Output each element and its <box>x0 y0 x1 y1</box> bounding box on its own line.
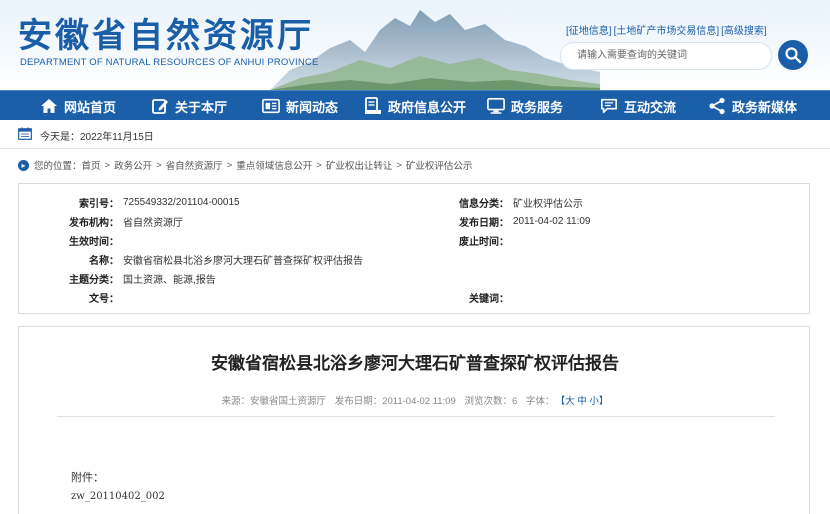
article-title: 安徽省宿松县北浴乡廖河大理石矿普查探矿权评估报告 <box>211 354 619 373</box>
font-size-label: 字体： <box>525 396 555 407</box>
nav-item-gov-service[interactable]: 政务服务 <box>487 91 563 121</box>
nav-item-interaction[interactable]: 互动交流 <box>600 91 676 121</box>
meta-label: 索引号： <box>79 198 119 210</box>
top-link-land-acquisition[interactable]: [征地信息] <box>566 26 612 37</box>
divider <box>0 148 830 149</box>
nav-label-news: 新闻动态 <box>286 99 339 115</box>
document-icon <box>364 97 382 115</box>
divider <box>57 416 775 417</box>
nav-label-interaction: 互动交流 <box>624 99 677 115</box>
chat-icon <box>600 97 618 115</box>
meta-category: 信息分类： 矿业权评估公示 <box>419 194 583 210</box>
breadcrumb-separator: > <box>226 159 233 171</box>
meta-value: 省自然资源厅 <box>123 217 183 229</box>
meta-docno: 文号： <box>19 289 123 305</box>
meta-topic: 主题分类： 国土资源、能源,报告 <box>19 270 216 286</box>
nav-item-news[interactable]: 新闻动态 <box>262 91 338 121</box>
search-input[interactable]: 请输入需要查询的关键词 <box>560 42 772 70</box>
news-icon <box>262 97 280 115</box>
meta-index-no: 索引号： 725549332/201104-00015 <box>19 194 240 210</box>
mountain-scenery <box>270 10 600 90</box>
document-metadata: 索引号： 725549332/201104-00015 信息分类： 矿业权评估公… <box>18 183 810 314</box>
search-icon <box>785 47 802 64</box>
header-banner: 安徽省自然资源厅 DEPARTMENT OF NATURAL RESOURCES… <box>0 0 830 90</box>
main-nav: 网站首页 关于本厅 新闻动态 政府信息公开 政务服务 互动交流 政务新媒体 <box>0 90 830 120</box>
meta-label: 废止时间： <box>459 236 509 248</box>
nav-label-about: 关于本厅 <box>175 99 228 115</box>
breadcrumb-department[interactable]: 省自然资源厅 <box>166 158 223 172</box>
article-info: 来源：安徽省国土资源厅 发布日期：2011-04-02 11:09 浏览次数：6… <box>19 393 811 407</box>
breadcrumb-home[interactable]: 首页 <box>82 158 101 172</box>
font-size-switcher[interactable]: 【大 中 小】 <box>560 396 608 407</box>
share-icon <box>708 97 726 115</box>
attachment-link[interactable]: zw_20110402_002 <box>71 491 165 502</box>
meta-publisher: 发布机构： 省自然资源厅 <box>19 213 183 229</box>
top-link-advanced-search[interactable]: [高级搜索] <box>721 26 767 37</box>
calendar-icon <box>18 127 32 143</box>
attachment-label: 附件： <box>71 472 104 484</box>
today-label: 今天是：2022年11月15日 <box>40 131 154 143</box>
breadcrumb-separator: > <box>156 159 162 171</box>
meta-value: 安徽省宿松县北浴乡廖河大理石矿普查探矿权评估报告 <box>123 255 363 267</box>
meta-value: 国土资源、能源,报告 <box>123 274 216 286</box>
article-views: 浏览次数：6 <box>464 396 518 407</box>
home-icon <box>40 97 58 115</box>
nav-label-gov-info: 政府信息公开 <box>388 99 467 115</box>
nav-label-home: 网站首页 <box>64 99 117 115</box>
breadcrumb-gov-open[interactable]: 政务公开 <box>114 158 152 172</box>
top-links: [征地信息] [土地矿产市场交易信息] [高级搜索] <box>566 22 769 37</box>
meta-value: 矿业权评估公示 <box>513 198 583 210</box>
breadcrumb-mining-valuation[interactable]: 矿业权评估公示 <box>406 158 473 172</box>
search-button[interactable] <box>778 40 808 70</box>
meta-label: 信息分类： <box>459 198 509 210</box>
breadcrumb-separator: > <box>396 159 402 171</box>
nav-label-gov-service: 政务服务 <box>511 99 564 115</box>
nav-item-home[interactable]: 网站首页 <box>40 91 116 121</box>
meta-name: 名称： 安徽省宿松县北浴乡廖河大理石矿普查探矿权评估报告 <box>19 251 363 267</box>
meta-value: 725549332/201104-00015 <box>123 196 240 208</box>
meta-label: 主题分类： <box>69 274 119 286</box>
nav-label-new-media: 政务新媒体 <box>732 99 798 115</box>
meta-keywords: 关键词： <box>419 289 513 305</box>
site-title: 安徽省自然资源厅 <box>18 16 314 56</box>
meta-label: 发布机构： <box>69 217 119 229</box>
nav-item-new-media[interactable]: 政务新媒体 <box>708 91 797 121</box>
today-date: 今天是：2022年11月15日 <box>18 127 154 143</box>
breadcrumb: ▸ 您的位置： 首页 > 政务公开 > 省自然资源厅 > 重点领域信息公开 > … <box>18 158 472 172</box>
meta-label: 发布日期： <box>459 217 509 229</box>
meta-value: 2011-04-02 11:09 <box>513 215 591 227</box>
meta-effective: 生效时间： <box>19 232 123 248</box>
breadcrumb-mining-transfer[interactable]: 矿业权出让转让 <box>326 158 393 172</box>
breadcrumb-prefix: 您的位置： <box>34 161 82 172</box>
location-icon: ▸ <box>18 159 29 171</box>
meta-pubdate: 发布日期： 2011-04-02 11:09 <box>419 213 590 229</box>
monitor-icon <box>487 97 505 115</box>
nav-item-gov-info[interactable]: 政府信息公开 <box>364 91 466 121</box>
meta-label: 关键词： <box>469 293 509 305</box>
meta-label: 文号： <box>89 293 119 305</box>
article-date: 发布日期：2011-04-02 11:09 <box>334 396 456 407</box>
breadcrumb-separator: > <box>104 159 111 171</box>
top-link-market-trading[interactable]: [土地矿产市场交易信息] <box>614 26 720 37</box>
edit-icon <box>151 97 169 115</box>
site-subtitle: DEPARTMENT OF NATURAL RESOURCES OF ANHUI… <box>20 57 319 68</box>
breadcrumb-separator: > <box>316 159 322 171</box>
article-source: 来源：安徽省国土资源厅 <box>221 396 327 407</box>
nav-item-about[interactable]: 关于本厅 <box>151 91 227 121</box>
meta-abolish: 废止时间： <box>419 232 513 248</box>
article-body: 安徽省宿松县北浴乡廖河大理石矿普查探矿权评估报告 来源：安徽省国土资源厅 发布日… <box>18 326 810 514</box>
meta-label: 名称： <box>89 255 119 267</box>
meta-label: 生效时间： <box>69 236 119 248</box>
breadcrumb-key-areas[interactable]: 重点领域信息公开 <box>236 158 312 172</box>
